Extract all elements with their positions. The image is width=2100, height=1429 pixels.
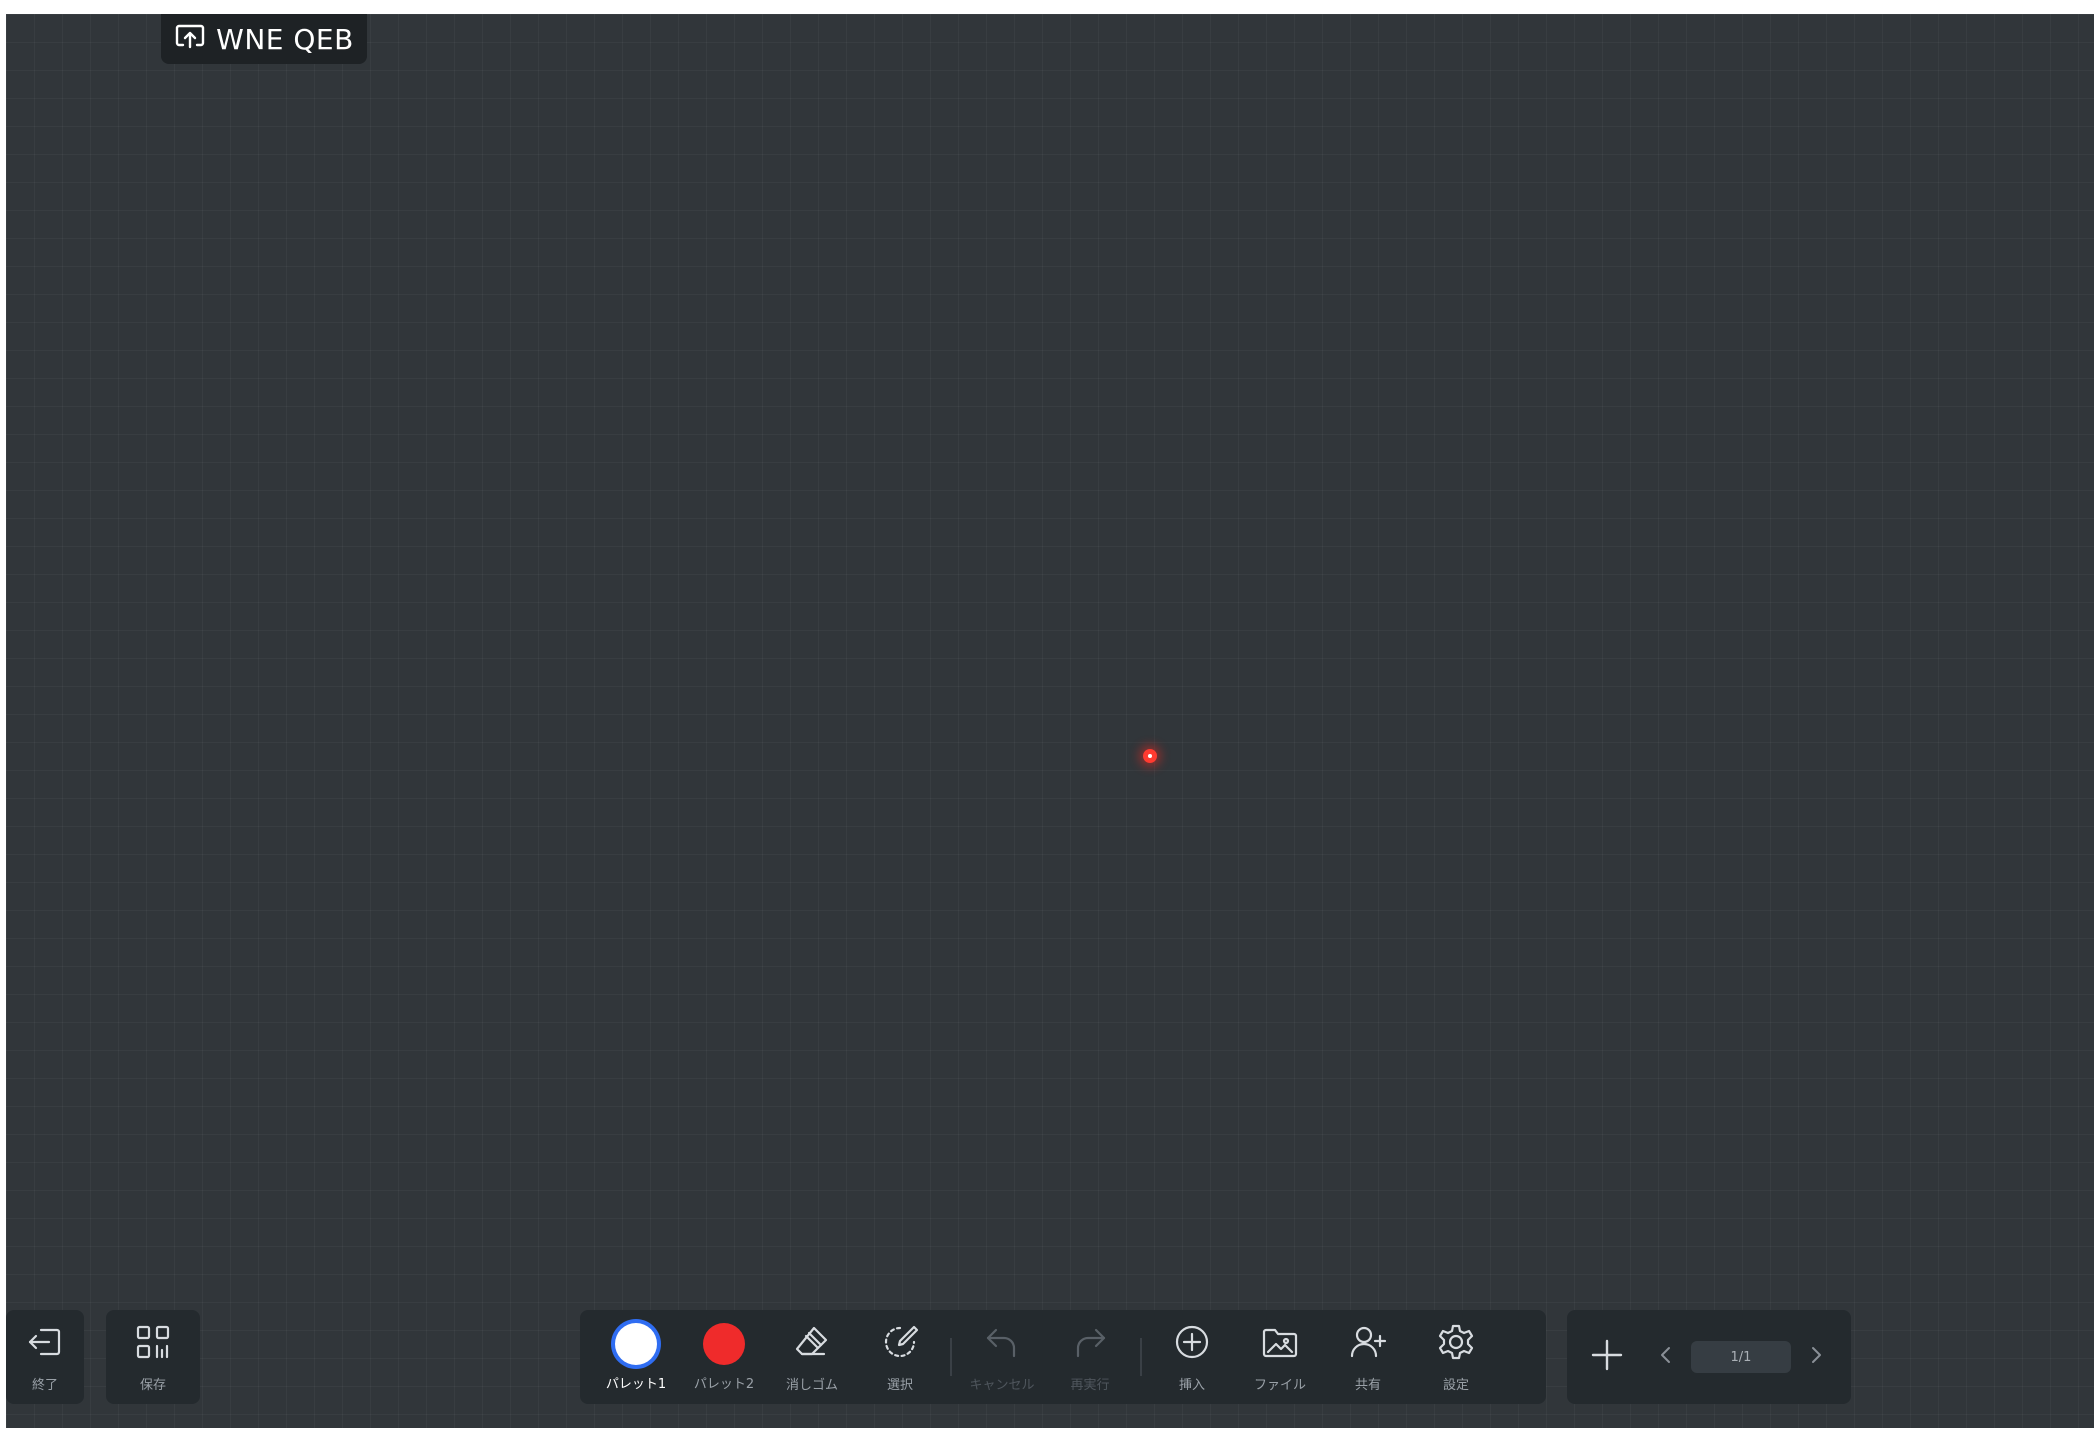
- palette1-label: パレット1: [605, 1376, 667, 1392]
- exit-icon: [25, 1322, 65, 1366]
- prev-page-button[interactable]: [1655, 1344, 1677, 1370]
- screen-share-icon: [174, 23, 206, 55]
- page-indicator: 1/1: [1691, 1341, 1791, 1373]
- undo-button[interactable]: キャンセル: [958, 1310, 1046, 1404]
- save-panel: 保存: [106, 1310, 200, 1404]
- exit-button[interactable]: 終了: [6, 1310, 84, 1404]
- save-label: 保存: [139, 1377, 166, 1393]
- settings-button[interactable]: 設定: [1412, 1310, 1500, 1404]
- lasso-select-icon: [880, 1322, 920, 1366]
- laser-pointer-dot: [1143, 749, 1157, 763]
- share-button[interactable]: 共有: [1324, 1310, 1412, 1404]
- exit-panel: 終了: [6, 1310, 84, 1404]
- eraser-tool[interactable]: 消しゴム: [768, 1310, 856, 1404]
- page-navigation: 1/1: [1567, 1310, 1851, 1404]
- palette2-label: パレット2: [693, 1376, 755, 1392]
- select-tool[interactable]: 選択: [856, 1310, 944, 1404]
- redo-icon: [1070, 1322, 1110, 1366]
- palette1-swatch: [615, 1322, 657, 1365]
- qr-grid-icon: [133, 1322, 173, 1366]
- palette2-swatch: [703, 1322, 745, 1365]
- toolbar-divider: [1140, 1338, 1142, 1376]
- redo-label: 再実行: [1070, 1377, 1110, 1393]
- settings-label: 設定: [1442, 1377, 1469, 1393]
- chevron-right-icon: [1812, 1347, 1821, 1363]
- redo-button[interactable]: 再実行: [1046, 1310, 1134, 1404]
- save-button[interactable]: 保存: [106, 1310, 200, 1404]
- main-toolbar: パレット1 パレット2 消しゴム 選択 キャンセル 再実行 挿入 ファイル 共有…: [580, 1310, 1546, 1404]
- palette1-tool[interactable]: パレット1: [592, 1310, 680, 1404]
- eraser-label: 消しゴム: [785, 1377, 838, 1393]
- session-code-label: WNE QEB: [216, 22, 354, 56]
- toolbar-divider: [950, 1338, 952, 1376]
- eraser-icon: [792, 1322, 832, 1366]
- add-page-button[interactable]: [1587, 1335, 1627, 1379]
- exit-label: 終了: [31, 1377, 58, 1393]
- undo-icon: [982, 1322, 1022, 1366]
- add-user-icon: [1348, 1322, 1388, 1366]
- plus-icon: [1591, 1339, 1623, 1371]
- file-button[interactable]: ファイル: [1236, 1310, 1324, 1404]
- share-label: 共有: [1354, 1377, 1381, 1393]
- insert-button[interactable]: 挿入: [1148, 1310, 1236, 1404]
- chevron-left-icon: [1661, 1347, 1670, 1363]
- whiteboard-canvas[interactable]: WNE QEB: [6, 14, 2094, 1428]
- undo-label: キャンセル: [969, 1377, 1035, 1393]
- select-label: 選択: [886, 1377, 913, 1393]
- plus-circle-icon: [1172, 1322, 1212, 1366]
- palette2-tool[interactable]: パレット2: [680, 1310, 768, 1404]
- gear-icon: [1436, 1322, 1476, 1366]
- next-page-button[interactable]: [1805, 1344, 1827, 1370]
- file-label: ファイル: [1253, 1377, 1306, 1393]
- screen-share-badge[interactable]: WNE QEB: [161, 14, 367, 64]
- folder-image-icon: [1260, 1322, 1300, 1366]
- insert-label: 挿入: [1178, 1377, 1205, 1393]
